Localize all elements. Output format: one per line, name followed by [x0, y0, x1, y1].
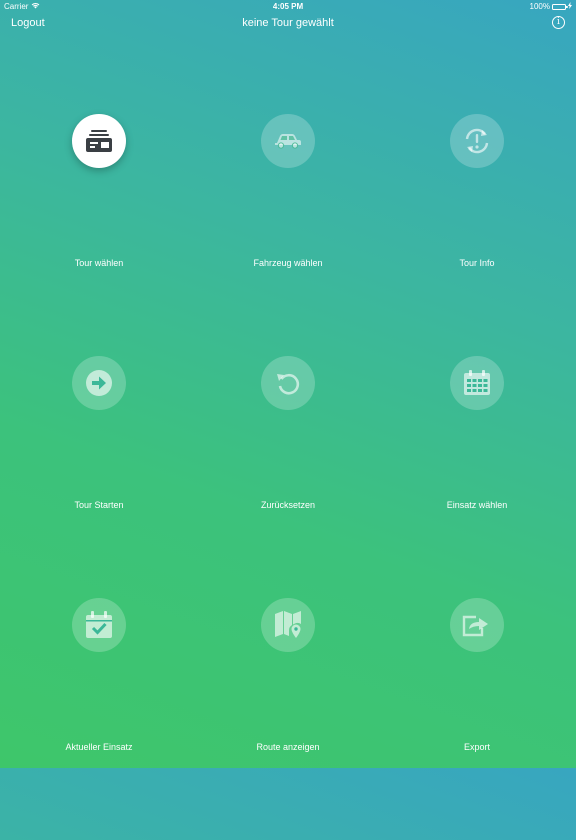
- status-bar: Carrier 4:05 PM 100%: [0, 0, 576, 12]
- car-icon: [274, 133, 302, 149]
- battery-percent: 100%: [529, 2, 550, 11]
- arrow-right-circle-icon: [85, 369, 113, 397]
- navigation-bar: Logout keine Tour gewählt i: [0, 12, 576, 36]
- info-button[interactable]: i: [552, 16, 565, 29]
- tour-info-button[interactable]: [450, 114, 504, 168]
- tile-tour-starten[interactable]: Tour Starten: [3, 356, 195, 598]
- page-title: keine Tour gewählt: [242, 17, 334, 29]
- calendar-check-icon: [85, 611, 113, 639]
- tile-aktueller-einsatz[interactable]: Aktueller Einsatz: [3, 598, 195, 840]
- battery-indicator: 100%: [530, 2, 572, 11]
- charging-icon: [568, 2, 572, 11]
- tile-label: Tour wählen: [74, 258, 124, 268]
- tile-label: Tour Starten: [74, 500, 124, 510]
- tile-label: Fahrzeug wählen: [253, 258, 323, 268]
- tile-label: Export: [463, 742, 490, 752]
- zuruecksetzen-button[interactable]: [261, 356, 315, 410]
- tile-tour-waehlen[interactable]: Tour wählen: [3, 114, 195, 356]
- tile-label: Aktueller Einsatz: [65, 742, 133, 752]
- reset-icon: [274, 369, 302, 397]
- tile-label: Einsatz wählen: [446, 500, 508, 510]
- tile-einsatz-waehlen[interactable]: Einsatz wählen: [381, 356, 573, 598]
- fahrzeug-waehlen-button[interactable]: [261, 114, 315, 168]
- tile-label: Route anzeigen: [256, 742, 320, 752]
- tour-waehlen-button[interactable]: [72, 114, 126, 168]
- tile-zuruecksetzen[interactable]: Zurücksetzen: [192, 356, 384, 598]
- einsatz-waehlen-button[interactable]: [450, 356, 504, 410]
- tour-list-icon: [85, 129, 113, 153]
- export-icon: [462, 612, 492, 638]
- tile-fahrzeug-waehlen[interactable]: Fahrzeug wählen: [192, 114, 384, 356]
- aktueller-einsatz-button[interactable]: [72, 598, 126, 652]
- tour-starten-button[interactable]: [72, 356, 126, 410]
- tile-label: Tour Info: [459, 258, 495, 268]
- tile-route-anzeigen[interactable]: Route anzeigen: [192, 598, 384, 840]
- sync-alert-icon: [462, 126, 492, 156]
- tile-export[interactable]: Export: [381, 598, 573, 840]
- battery-icon: [552, 3, 568, 10]
- map-pin-icon: [274, 610, 302, 640]
- export-button[interactable]: [450, 598, 504, 652]
- calendar-icon: [463, 370, 491, 396]
- tile-label: Zurücksetzen: [260, 500, 316, 510]
- tile-tour-info[interactable]: Tour Info: [381, 114, 573, 356]
- route-anzeigen-button[interactable]: [261, 598, 315, 652]
- status-time: 4:05 PM: [272, 2, 304, 11]
